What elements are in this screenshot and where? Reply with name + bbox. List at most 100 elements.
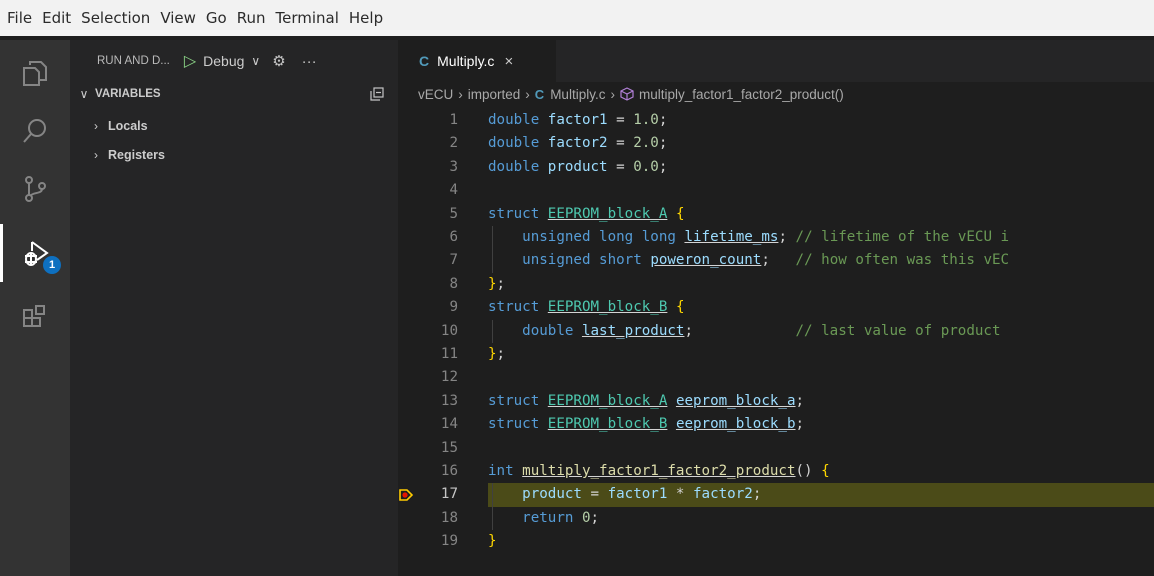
tab-label: Multiply.c (437, 53, 495, 69)
code-text: double product = 0.0; (488, 158, 668, 175)
line-number: 12 (440, 369, 458, 386)
line-number: 17 (440, 486, 458, 503)
code-line[interactable]: 9 struct EEPROM_block_B { (398, 296, 1154, 319)
code-text: unsigned short poweron_count; // how oft… (522, 252, 1010, 269)
code-line[interactable]: 3 double product = 0.0; (398, 156, 1154, 179)
debug-config-select[interactable]: Debug (203, 53, 244, 69)
chevron-down-icon: ∨ (79, 87, 89, 101)
code-text: double factor2 = 2.0; (488, 135, 668, 152)
code-line[interactable]: 8}; (398, 273, 1154, 296)
code-text: unsigned long long lifetime_ms; // lifet… (522, 229, 1010, 245)
line-number: 15 (440, 439, 458, 456)
code-line[interactable]: 12 (398, 366, 1154, 389)
breadcrumb-root[interactable]: vECU (418, 87, 453, 102)
run-debug-sidebar: RUN AND D... ▷ Debug ∨ ⚙ ··· ∨ VARIABLES… (70, 40, 398, 576)
code-line[interactable]: 17 product = factor1 * factor2; (398, 483, 1154, 507)
method-icon (620, 87, 634, 101)
breadcrumb-symbol[interactable]: multiply_factor1_factor2_product() (639, 87, 844, 102)
sidebar-header: RUN AND D... ▷ Debug ∨ ⚙ ··· (70, 40, 398, 82)
c-file-icon: C (419, 53, 430, 69)
menu-edit[interactable]: Edit (41, 7, 72, 29)
chevron-down-icon[interactable]: ∨ (251, 54, 260, 68)
code-line[interactable]: 2 double factor2 = 2.0; (398, 132, 1154, 155)
sidebar-title: RUN AND D... (97, 55, 170, 67)
tree-item-locals[interactable]: › Locals (70, 111, 398, 140)
code-line[interactable]: 16 int multiply_factor1_factor2_product()… (398, 460, 1154, 483)
breadcrumb-folder[interactable]: imported (468, 87, 521, 102)
chevron-right-icon: › (94, 118, 98, 133)
code-text: return 0; (522, 509, 600, 526)
more-actions-icon[interactable]: ··· (302, 53, 317, 70)
code-line[interactable]: 7 unsigned short poweron_count; // how o… (398, 249, 1154, 272)
menu-run[interactable]: Run (236, 7, 267, 29)
code-editor[interactable]: 1 double factor1 = 1.0; 2 double factor2 = … (398, 106, 1154, 576)
menu-file[interactable]: File (6, 7, 33, 29)
code-line[interactable]: 4 (398, 179, 1154, 202)
debug-badge: 1 (43, 256, 61, 274)
line-number: 11 (440, 346, 458, 362)
breadcrumb-file[interactable]: Multiply.c (550, 87, 605, 102)
line-number: 6 (449, 229, 458, 245)
code-text: int multiply_factor1_factor2_product() { (488, 463, 830, 479)
play-icon: ▷ (183, 53, 197, 70)
line-number: 5 (449, 205, 458, 222)
chevron-right-icon: › (94, 147, 98, 162)
line-number: 19 (440, 533, 458, 550)
code-line[interactable]: 10 double last_product; // last value of… (398, 320, 1154, 343)
line-number: 8 (449, 275, 458, 292)
gear-icon[interactable]: ⚙ (272, 52, 285, 70)
c-file-icon: C (534, 86, 545, 102)
code-line[interactable]: 1 double factor1 = 1.0; (398, 109, 1154, 132)
line-number: 18 (440, 509, 458, 526)
code-line[interactable]: 6 unsigned long long lifetime_ms; // lif… (398, 226, 1154, 249)
code-text: } (488, 533, 497, 550)
chevron-right-icon: › (525, 86, 530, 102)
indent-guide (492, 319, 493, 343)
files-icon (23, 61, 47, 86)
source-control-activity[interactable] (0, 160, 70, 218)
code-line[interactable]: 11}; (398, 343, 1154, 366)
breadcrumb: vECU › imported › C Multiply.c › multipl… (398, 82, 1154, 106)
code-line[interactable]: 14 struct EEPROM_block_B eeprom_block_b; (398, 413, 1154, 436)
code-line[interactable]: 18 return 0; (398, 507, 1154, 530)
search-activity[interactable] (0, 102, 70, 160)
code-text: double factor1 = 1.0; (488, 112, 668, 128)
run-debug-activity[interactable]: 1 (0, 224, 70, 282)
menu-selection[interactable]: Selection (80, 7, 151, 29)
tree-item-registers[interactable]: › Registers (70, 140, 398, 169)
code-line[interactable]: 19} (398, 530, 1154, 553)
chevron-right-icon: › (610, 86, 615, 102)
code-line[interactable]: 5 struct EEPROM_block_A { (398, 203, 1154, 226)
code-text: struct EEPROM_block_A eeprom_block_a; (488, 392, 805, 409)
source-control-icon (25, 176, 46, 202)
close-icon[interactable]: × (504, 53, 513, 70)
extensions-activity[interactable] (0, 288, 70, 346)
code-text: product = factor1 * factor2; (522, 486, 762, 503)
line-number: 9 (449, 299, 458, 316)
chevron-right-icon: › (458, 86, 463, 102)
editor-tab-bar: C Multiply.c × (398, 40, 1154, 82)
line-number: 3 (449, 158, 458, 175)
menu-help[interactable]: Help (348, 7, 384, 29)
code-text: struct EEPROM_block_B { (488, 299, 685, 316)
line-number: 14 (440, 416, 458, 433)
menu-go[interactable]: Go (205, 7, 228, 29)
indent-guide (492, 226, 493, 273)
code-text: struct EEPROM_block_A { (488, 205, 685, 222)
code-line[interactable]: 13 struct EEPROM_block_A eeprom_block_a; (398, 390, 1154, 413)
menu-view[interactable]: View (159, 7, 197, 29)
line-number: 7 (449, 252, 458, 269)
code-line[interactable]: 15 (398, 437, 1154, 460)
line-number: 4 (449, 182, 458, 199)
start-debugging-button[interactable]: ▷ Debug ∨ (184, 51, 272, 71)
line-number: 13 (440, 392, 458, 409)
explorer-activity[interactable] (0, 44, 70, 102)
tree-item-label: Locals (108, 118, 148, 133)
tab-multiply-c[interactable]: C Multiply.c × (398, 40, 556, 82)
variables-section-header[interactable]: ∨ VARIABLES (70, 82, 398, 106)
search-icon (23, 119, 46, 143)
menu-terminal[interactable]: Terminal (275, 7, 340, 29)
menu-bar: File Edit Selection View Go Run Terminal… (0, 0, 1154, 36)
line-number: 1 (449, 112, 458, 128)
collapse-all-icon[interactable] (370, 87, 384, 101)
